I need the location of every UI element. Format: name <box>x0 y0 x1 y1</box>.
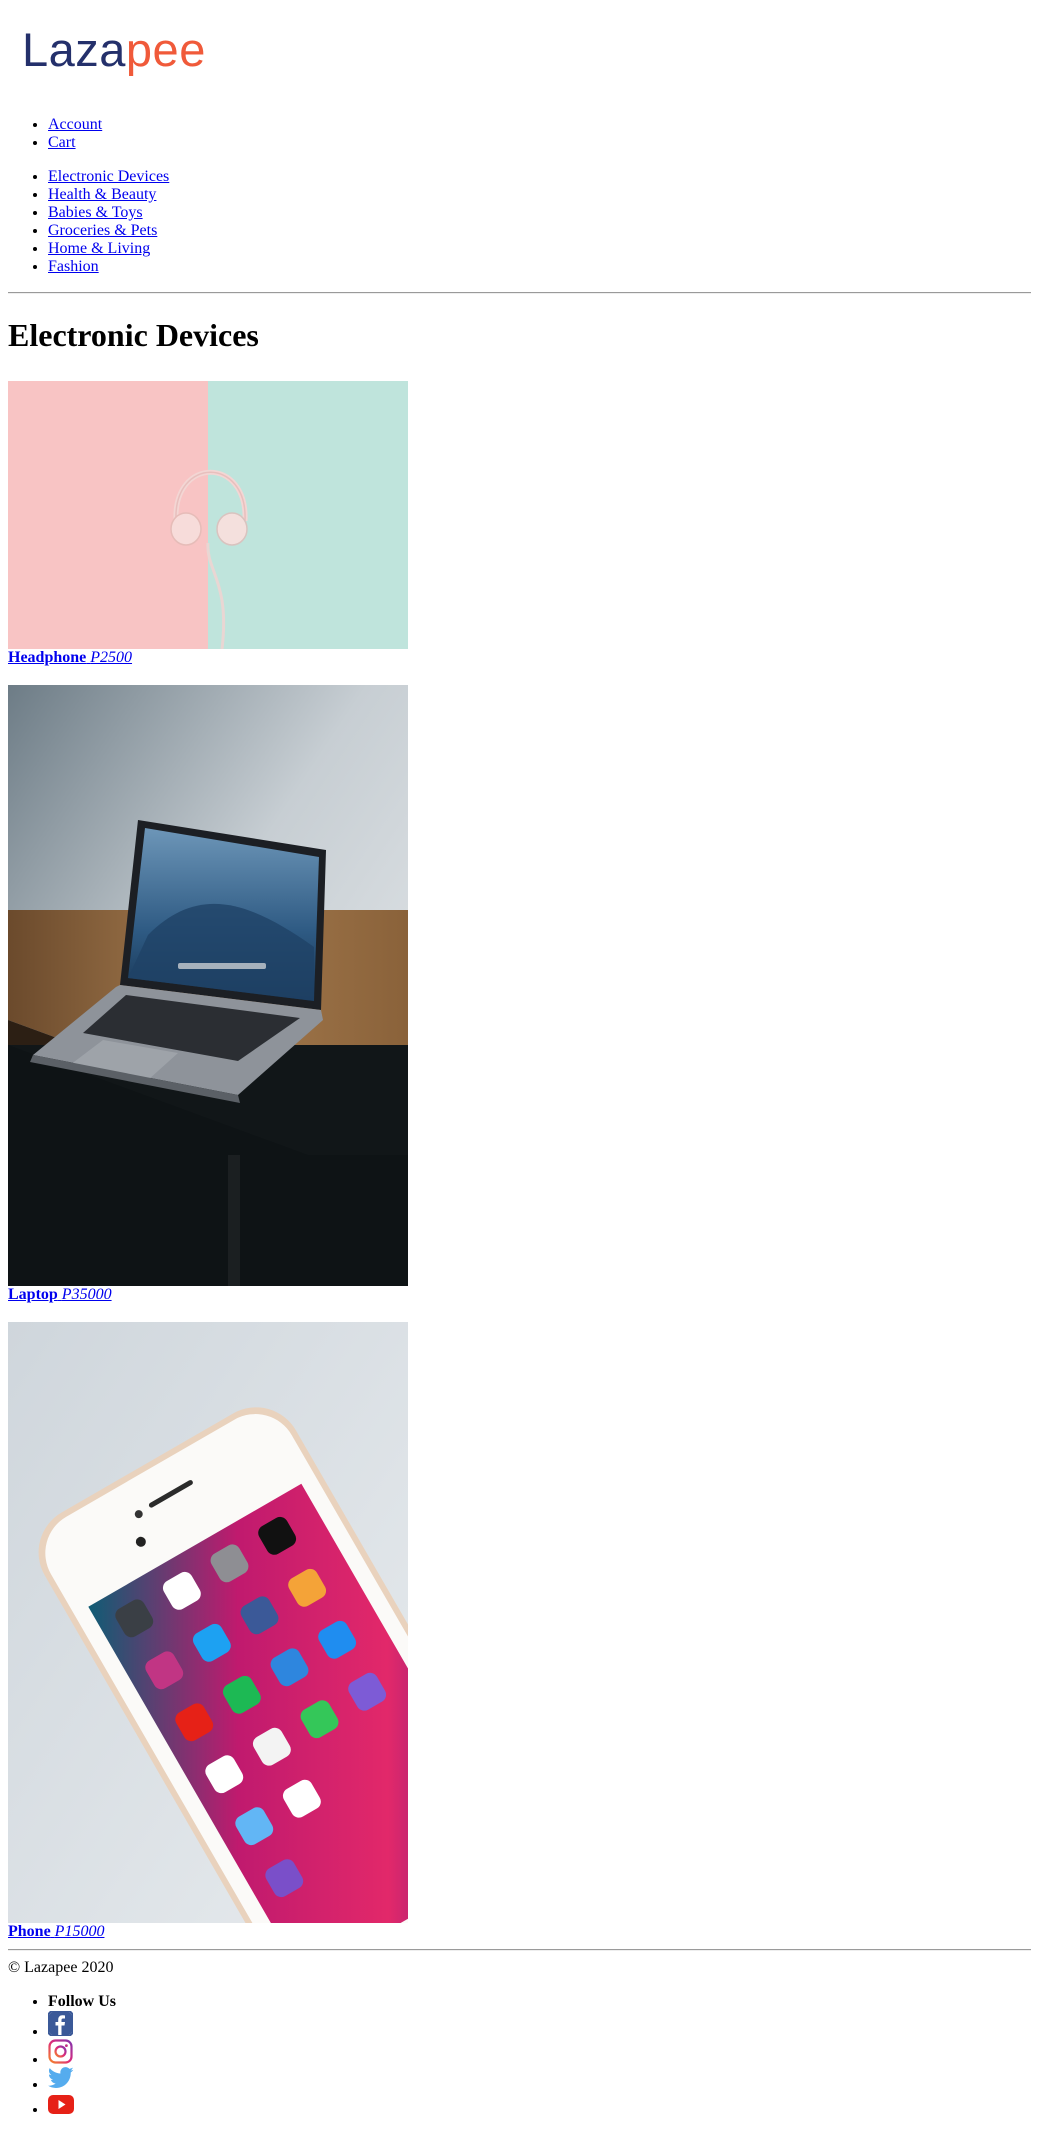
product-price: P2500 <box>90 649 133 666</box>
nav-item-cart: Cart <box>48 134 1031 152</box>
category-item: Electronic Devices <box>48 168 1031 186</box>
nav-item-account: Account <box>48 116 1031 134</box>
youtube-icon <box>48 2095 74 2119</box>
product-caption: Phone P15000 <box>8 1923 1031 1941</box>
social-item <box>48 2039 1031 2067</box>
product-name: Phone <box>8 1923 51 1940</box>
youtube-link[interactable] <box>48 2095 74 2118</box>
headphone-photo <box>8 381 408 649</box>
product-caption: Headphone P2500 <box>8 649 1031 667</box>
product-card: Phone P15000 <box>8 1322 1031 1941</box>
facebook-icon <box>47 2010 74 2041</box>
product-price: P35000 <box>61 1286 112 1303</box>
category-item: Groceries & Pets <box>48 222 1031 240</box>
instagram-link[interactable] <box>48 2039 73 2068</box>
social-item <box>47 2010 1031 2040</box>
category-item: Babies & Toys <box>48 204 1031 222</box>
page: Lazapee Account Cart Electronic Devices … <box>0 22 1039 2123</box>
lazapee-logo[interactable]: Lazapee <box>22 22 1031 82</box>
category-link-groceries-pets[interactable]: Groceries & Pets <box>48 222 157 239</box>
account-link[interactable]: Account <box>48 116 102 133</box>
category-link-babies-toys[interactable]: Babies & Toys <box>48 204 143 221</box>
account-nav: Account Cart <box>8 116 1031 152</box>
category-link-electronic-devices[interactable]: Electronic Devices <box>48 168 169 185</box>
category-item: Fashion <box>48 258 1031 276</box>
product-card: Laptop P35000 <box>8 685 1031 1304</box>
product-card: Headphone P2500 <box>8 381 1031 667</box>
laptop-photo <box>8 685 408 1286</box>
product-caption: Laptop P35000 <box>8 1286 1031 1304</box>
cart-link[interactable]: Cart <box>48 134 76 151</box>
social-item <box>47 2067 1031 2095</box>
logo-text-pee: pee <box>125 23 206 76</box>
category-item: Home & Living <box>48 240 1031 258</box>
product-price: P15000 <box>54 1923 105 1940</box>
follow-us-label: Follow Us <box>48 1993 116 2010</box>
category-link-fashion[interactable]: Fashion <box>48 258 99 275</box>
logo-text-laza: Laza <box>22 23 126 76</box>
social-item <box>48 2095 1031 2123</box>
category-item: Health & Beauty <box>48 186 1031 204</box>
twitter-icon <box>47 2067 74 2094</box>
product-name: Headphone <box>8 649 87 666</box>
category-link-home-living[interactable]: Home & Living <box>48 240 150 257</box>
copyright-text: © Lazapee 2020 <box>8 1959 114 1976</box>
category-link-health-beauty[interactable]: Health & Beauty <box>48 186 156 203</box>
social-list: Follow Us <box>8 1993 1031 2123</box>
follow-us-item: Follow Us <box>48 1993 1031 2011</box>
phone-photo <box>8 1322 408 1923</box>
page-title: Electronic Devices <box>8 317 259 353</box>
product-link-headphone[interactable]: Headphone P2500 <box>8 381 1031 667</box>
product-name: Laptop <box>8 1286 58 1303</box>
product-link-phone[interactable]: Phone P15000 <box>8 1322 1031 1941</box>
instagram-icon <box>48 2039 73 2069</box>
twitter-link[interactable] <box>47 2067 74 2093</box>
category-nav: Electronic Devices Health & Beauty Babie… <box>8 168 1031 276</box>
facebook-link[interactable] <box>47 2010 74 2040</box>
product-link-laptop[interactable]: Laptop P35000 <box>8 685 1031 1304</box>
header-divider <box>8 292 1031 294</box>
footer-divider <box>8 1949 1031 1951</box>
